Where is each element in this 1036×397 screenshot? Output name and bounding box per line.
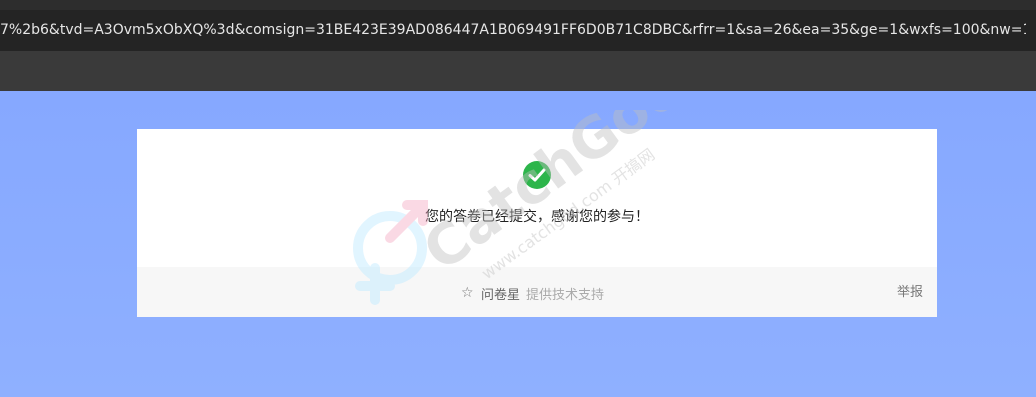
card-footer: ☆ 问卷星 提供技术支持 举报 <box>137 267 937 317</box>
star-icon: ☆ <box>461 285 474 301</box>
completion-message: 您的答卷已经提交，感谢您的参与！ <box>425 209 649 225</box>
provider-info: ☆ 问卷星 提供技术支持 <box>461 284 605 303</box>
check-circle-icon <box>523 161 551 189</box>
wenjuanxing-brand: 问卷星 <box>481 287 521 303</box>
technical-support-label: 提供技术支持 <box>526 287 605 303</box>
submission-card: 您的答卷已经提交，感谢您的参与！ ☆ 问卷星 提供技术支持 举报 <box>137 129 937 317</box>
browser-address-bar[interactable]: 7%2b6&tvd=A3Ovm5xObXQ%3d&comsign=31BE423… <box>0 10 1036 51</box>
report-link[interactable]: 举报 <box>897 284 923 302</box>
browser-toolbar-strip <box>0 51 1036 91</box>
browser-top-edge <box>0 0 1036 10</box>
address-url-text: 7%2b6&tvd=A3Ovm5xObXQ%3d&comsign=31BE423… <box>0 22 1036 38</box>
address-overflow-mask <box>1026 10 1036 51</box>
submission-success-panel: 您的答卷已经提交，感谢您的参与！ <box>137 129 937 267</box>
